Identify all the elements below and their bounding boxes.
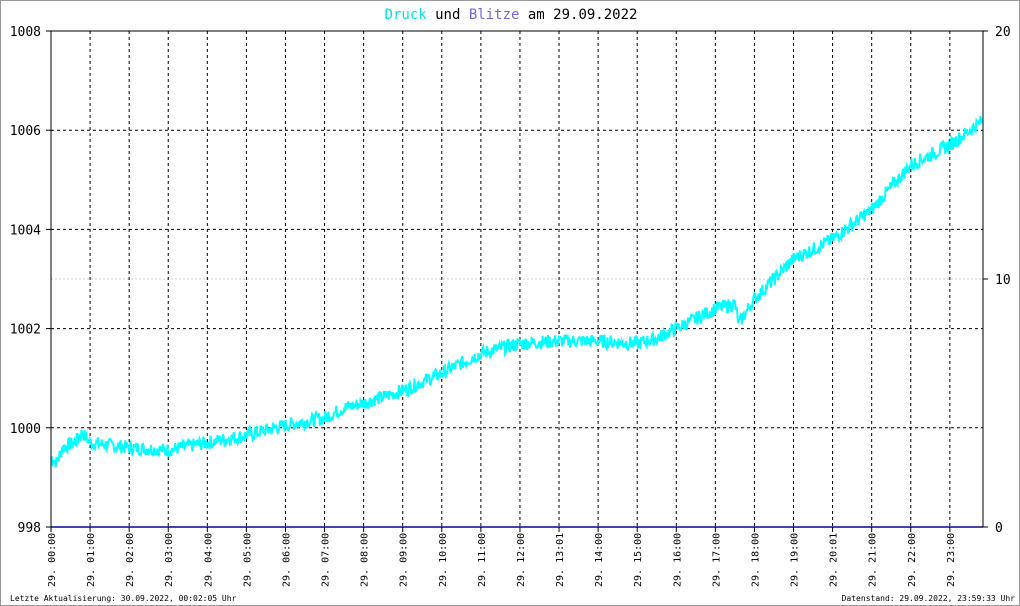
y-left-tick-label: 1006: [10, 124, 41, 139]
x-tick-label: 29. 16:00: [672, 533, 683, 587]
x-tick-label: 29. 17:00: [711, 533, 722, 587]
x-tick-label: 29. 03:00: [164, 533, 175, 587]
y-right-tick-label: 20: [995, 25, 1011, 40]
title-druck: Druck: [385, 7, 428, 23]
x-tick-label: 29. 20:01: [829, 533, 840, 587]
x-tick-label: 29. 08:00: [360, 533, 371, 587]
title-und: und: [427, 7, 469, 23]
chart-window: Druck und Blitze am 29.09.2022 998 1000 10…: [0, 0, 1020, 606]
x-tick-label: 29. 11:00: [477, 533, 488, 587]
x-tick-label: 29. 14:00: [594, 533, 605, 587]
x-tick-label: 29. 01:00: [86, 533, 97, 587]
title-date: am 29.09.2022: [519, 7, 637, 23]
y-left-tick-label: 1004: [10, 223, 41, 238]
chart-title: Druck und Blitze am 29.09.2022: [385, 7, 638, 23]
y-right-tick-label: 10: [995, 273, 1011, 288]
x-tick-label: 29. 19:00: [790, 533, 801, 587]
pressure-lightning-chart: Druck und Blitze am 29.09.2022 998 1000 10…: [10, 7, 1011, 587]
x-tick-label: 29. 10:00: [438, 533, 449, 587]
x-tick-label: 29. 04:00: [203, 533, 214, 587]
x-tick-label: 29. 12:00: [516, 533, 527, 587]
last-update: Letzte Aktualisierung: 30.09.2022, 00:02…: [10, 594, 237, 603]
pressure-line: [50, 115, 984, 468]
y-left-tick-label: 1008: [10, 25, 41, 40]
x-tick-label: 29. 22:00: [907, 533, 918, 587]
x-tick-label: 29. 05:00: [242, 533, 253, 587]
title-blitze: Blitze: [469, 7, 520, 23]
x-tick-label: 29. 02:00: [125, 533, 136, 587]
y-left-tick-label: 1000: [10, 422, 41, 437]
y-right-tick-label: 0: [995, 521, 1003, 536]
x-tick-label: 29. 07:00: [321, 533, 332, 587]
x-tick-label: 29. 09:00: [399, 533, 410, 587]
x-tick-label: 29. 18:00: [750, 533, 761, 587]
y-left-tick-label: 998: [18, 521, 41, 536]
x-tick-label: 29. 23:00: [946, 533, 957, 587]
x-tick-label: 29. 15:00: [633, 533, 644, 587]
y-left-tick-label: 1002: [10, 323, 41, 338]
x-tick-label: 29. 13:01: [555, 533, 566, 587]
x-tick-label: 29. 21:00: [868, 533, 879, 587]
x-tick-label: 29. 06:00: [281, 533, 292, 587]
data-status: Datenstand: 29.09.2022, 23:59:33 Uhr: [841, 594, 1015, 603]
x-tick-label: 29. 00:00: [47, 533, 58, 587]
